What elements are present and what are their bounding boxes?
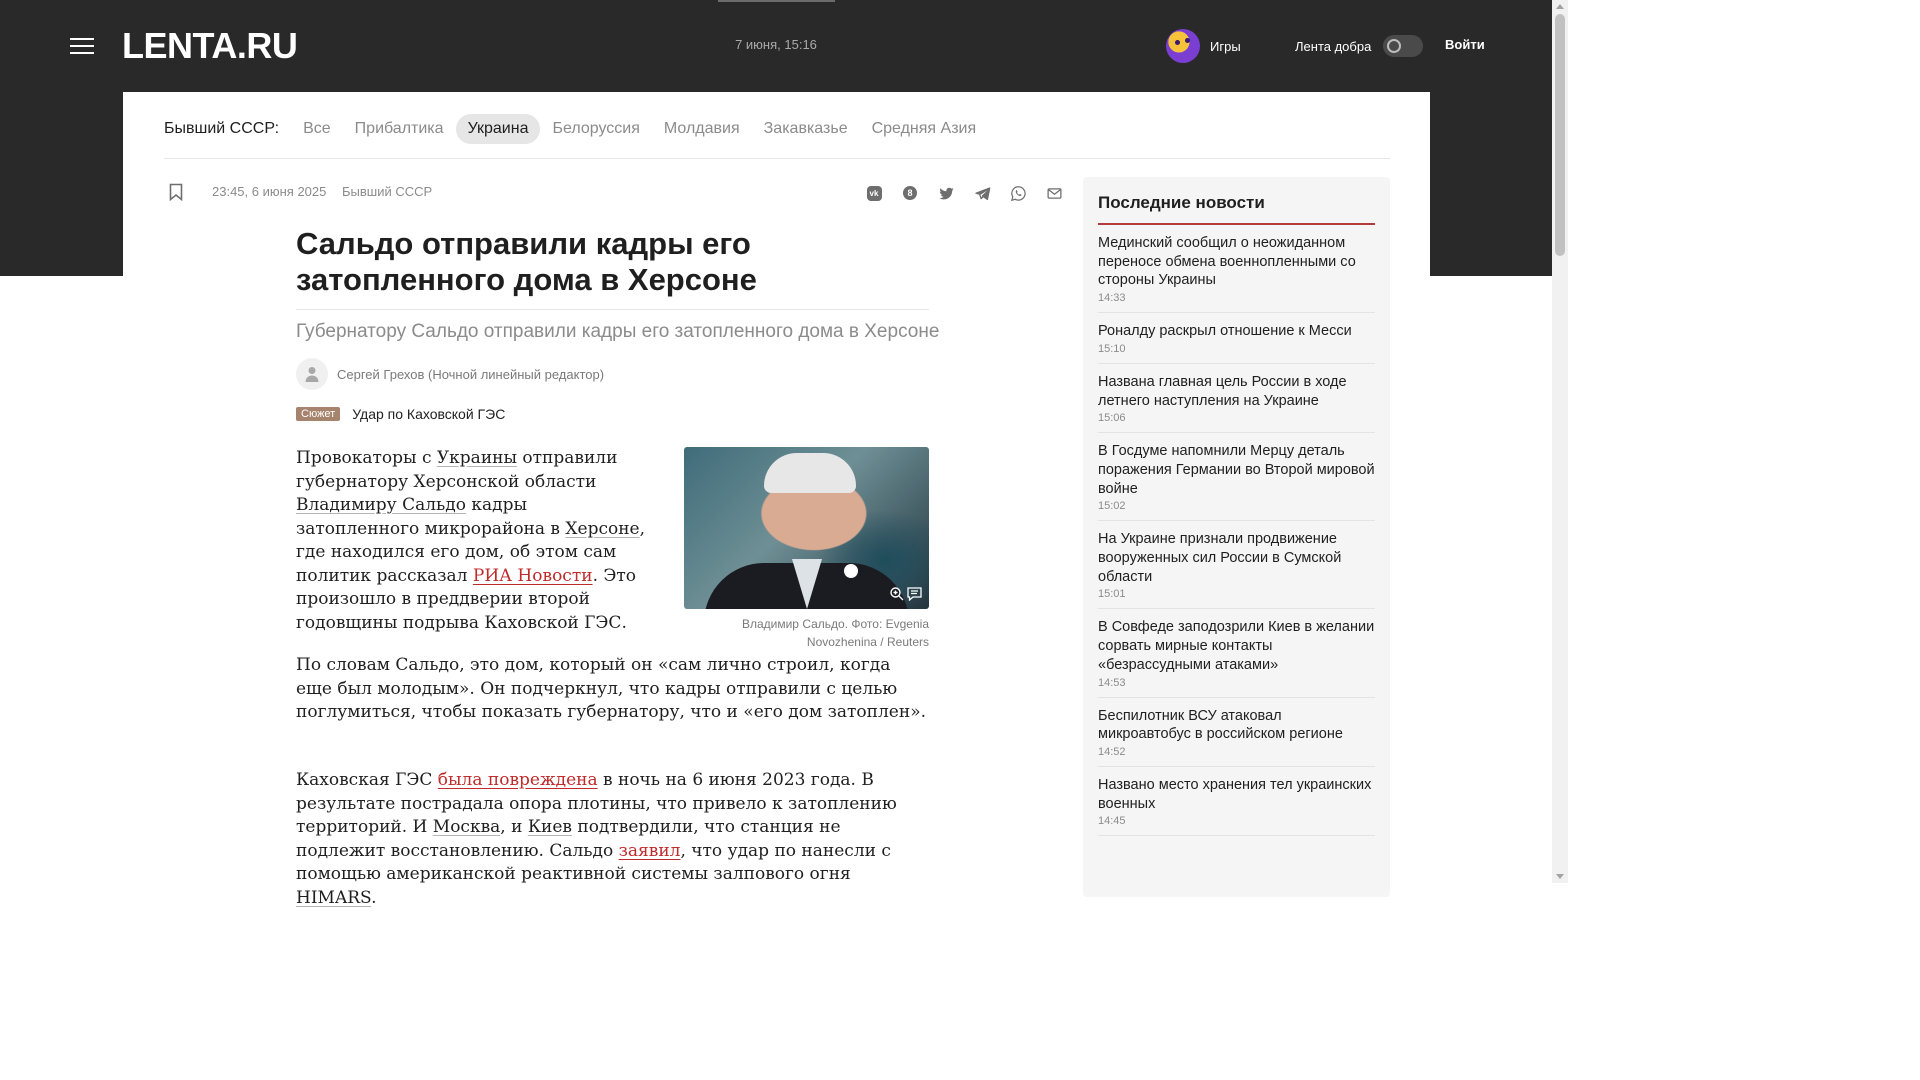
news-item[interactable]: Мединский сообщил о неожиданном переносе… <box>1098 225 1375 314</box>
latest-news-title: Последние новости <box>1098 193 1375 225</box>
link-ria-novosti[interactable]: РИА Новости <box>473 566 593 586</box>
email-icon <box>1046 187 1062 199</box>
article-paragraph-1: Провокаторы с Украины отправили губернат… <box>296 448 646 633</box>
twitter-icon <box>938 187 954 199</box>
avatar <box>296 358 328 390</box>
telegram-icon <box>974 186 990 200</box>
news-time: 14:52 <box>1098 745 1126 758</box>
share-whatsapp-button[interactable] <box>1000 182 1036 204</box>
news-title: Мединский сообщил о неожиданном переносе… <box>1098 235 1356 289</box>
scroll-up-icon[interactable] <box>1556 4 1564 9</box>
rubric-moldova[interactable]: Молдавия <box>652 114 752 144</box>
link-saldo[interactable]: Владимиру Сальдо <box>296 495 466 515</box>
news-item[interactable]: В Совфеде заподозрили Киев в желании сор… <box>1098 609 1375 698</box>
article-paragraph-3: Каховская ГЭС была повреждена в ночь на … <box>296 770 897 908</box>
news-time: 15:06 <box>1098 412 1126 425</box>
toggle-knob <box>1387 39 1402 53</box>
whatsapp-icon <box>1010 185 1026 201</box>
scroll-down-icon[interactable] <box>1556 874 1564 879</box>
share-telegram-button[interactable] <box>964 182 1000 204</box>
login-button[interactable]: Войти <box>1445 37 1485 52</box>
rubrics-divider <box>164 158 1390 159</box>
link-ukraine[interactable]: Украины <box>437 448 517 468</box>
photo-hair <box>764 453 856 493</box>
article-paragraph-2: По словам Сальдо, это дом, который он «с… <box>296 655 926 722</box>
share-vk-button[interactable]: vk <box>856 182 892 204</box>
content-sheet: Бывший СССР: Все Прибалтика Украина Бело… <box>123 92 1430 908</box>
bookmark-icon[interactable] <box>169 183 183 201</box>
link-himars[interactable]: HIMARS <box>296 888 371 908</box>
link-stated[interactable]: заявил <box>619 841 681 861</box>
author-name: Сергей Грехов (Ночной линейный редактор) <box>337 366 605 382</box>
header-date: 7 июня, 15:16 <box>735 37 817 52</box>
rubric-all[interactable]: Все <box>291 114 343 144</box>
news-time: 15:10 <box>1098 342 1126 355</box>
games-label: Игры <box>1210 38 1241 54</box>
title-divider <box>296 309 929 310</box>
comment-icon[interactable] <box>907 587 922 601</box>
news-title: Роналду раскрыл отношение к Месси <box>1098 323 1352 340</box>
vk-icon: vk <box>866 185 882 201</box>
rubric-ukraine[interactable]: Украина <box>455 114 541 144</box>
site-logo[interactable]: LENTA.RU <box>122 26 298 66</box>
kindness-toggle[interactable] <box>1383 35 1424 57</box>
games-link[interactable]: Игры <box>1166 29 1241 63</box>
photo-dot <box>844 564 858 578</box>
rubrics-nav: Бывший СССР: Все Прибалтика Украина Бело… <box>164 114 988 144</box>
rubric-caucasus[interactable]: Закавказье <box>752 114 860 144</box>
user-icon <box>305 367 319 382</box>
link-moscow[interactable]: Москва <box>433 817 501 837</box>
games-icon <box>1166 29 1200 63</box>
top-indicator <box>718 0 835 2</box>
menu-icon[interactable] <box>70 38 94 54</box>
news-item[interactable]: Названа главная цель России в ходе летне… <box>1098 364 1375 434</box>
share-bar: vk 8 <box>856 182 1072 204</box>
latest-news-sidebar: Последние новости Мединский сообщил о не… <box>1083 177 1390 897</box>
news-item[interactable]: На Украине признали продвижение вооружен… <box>1098 521 1375 610</box>
news-time: 14:45 <box>1098 815 1126 828</box>
news-title: В Госдуме напомнили Мерцу деталь поражен… <box>1098 443 1375 497</box>
odnoklassniki-icon: 8 <box>903 186 917 200</box>
link-kyiv[interactable]: Киев <box>528 817 572 837</box>
share-email-button[interactable] <box>1036 182 1072 204</box>
news-title: В Совфеде заподозрили Киев в желании сор… <box>1098 619 1375 673</box>
news-title: На Украине признали продвижение вооружен… <box>1098 531 1342 585</box>
article-subtitle: Губернатору Сальдо отправили кадры его з… <box>296 321 940 342</box>
news-time: 14:33 <box>1098 292 1126 305</box>
article-title: Сальдо отправили кадры его затопленного … <box>296 226 757 297</box>
rubric-central-asia[interactable]: Средняя Азия <box>860 114 989 144</box>
share-twitter-button[interactable] <box>928 182 964 204</box>
news-time: 15:02 <box>1098 500 1126 513</box>
news-item[interactable]: Названо место хранения тел украинских во… <box>1098 767 1375 837</box>
story-link[interactable]: Сюжет Удар по Каховской ГЭС <box>296 406 505 422</box>
link-was-damaged[interactable]: была повреждена <box>438 770 598 790</box>
news-title: Беспилотник ВСУ атаковал микроавтобус в … <box>1098 707 1343 743</box>
rubric-baltics[interactable]: Прибалтика <box>343 114 456 144</box>
article-date: 23:45, 6 июня 2025 <box>212 184 327 199</box>
kindness-switch: Лента добра <box>1295 35 1424 57</box>
rubric-belarus[interactable]: Белоруссия <box>540 114 651 144</box>
scrollbar-thumb[interactable] <box>1555 14 1565 256</box>
news-time: 14:53 <box>1098 676 1126 689</box>
link-kherson[interactable]: Херсоне <box>565 519 639 539</box>
news-item[interactable]: Роналду раскрыл отношение к Месси 15:10 <box>1098 313 1375 364</box>
story-badge: Сюжет <box>296 407 341 421</box>
article-author[interactable]: Сергей Грехов (Ночной линейный редактор) <box>296 358 604 390</box>
news-title: Названо место хранения тел украинских во… <box>1098 776 1372 812</box>
zoom-icon[interactable] <box>890 587 904 601</box>
rubrics-title: Бывший СССР: <box>164 120 280 137</box>
page-scrollbar[interactable] <box>1552 0 1568 883</box>
article-photo[interactable] <box>684 447 929 609</box>
share-ok-button[interactable]: 8 <box>892 182 928 204</box>
story-title: Удар по Каховской ГЭС <box>352 406 506 422</box>
news-time: 15:01 <box>1098 588 1126 601</box>
photo-caption: Владимир Сальдо. Фото: Evgenia Novozheni… <box>741 617 929 649</box>
article-rubric[interactable]: Бывший СССР <box>342 184 432 199</box>
news-item[interactable]: В Госдуме напомнили Мерцу деталь поражен… <box>1098 433 1375 522</box>
news-item[interactable]: Беспилотник ВСУ атаковал микроавтобус в … <box>1098 698 1375 767</box>
kindness-label: Лента добра <box>1295 38 1372 54</box>
news-title: Названа главная цель России в ходе летне… <box>1098 373 1347 409</box>
